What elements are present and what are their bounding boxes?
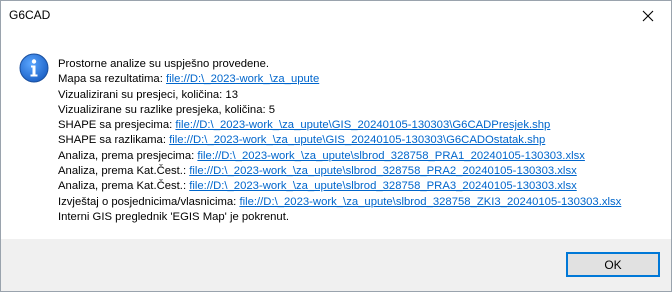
file-link[interactable]: file://D:\_2023-work_\za_upute\slbrod_32… xyxy=(189,165,577,177)
message-line: SHAPE sa presjecima: file://D:\_2023-wor… xyxy=(58,118,621,133)
message-line: Izvještaj o posjednicima/vlasnicima: fil… xyxy=(58,195,621,210)
window-title: G6CAD xyxy=(9,8,51,22)
message-line: Mapa sa rezultatima: file://D:\_2023-wor… xyxy=(58,72,621,87)
file-link[interactable]: file://D:\_2023-work_\za_upute\slbrod_32… xyxy=(239,196,621,208)
message-line: Analiza, prema Kat.Čest.: file://D:\_202… xyxy=(58,164,621,179)
message-line: Analiza, prema presjecima: file://D:\_20… xyxy=(58,149,621,164)
close-button[interactable] xyxy=(625,1,671,31)
message-line-label: Interni GIS preglednik 'EGIS Map' je pok… xyxy=(58,210,289,223)
message-line: SHAPE sa razlikama: file://D:\_2023-work… xyxy=(58,133,621,148)
message-text: Prostorne analize su uspješno provedene.… xyxy=(58,57,621,225)
ok-button[interactable]: OK xyxy=(566,252,660,277)
file-link[interactable]: file://D:\_2023-work_\za_upute\GIS_20240… xyxy=(175,119,550,131)
message-line-label: Izvještaj o posjednicima/vlasnicima: xyxy=(58,195,240,208)
message-line: Interni GIS preglednik 'EGIS Map' je pok… xyxy=(58,210,621,225)
file-link[interactable]: file://D:\_2023-work_\za_upute\slbrod_32… xyxy=(189,180,577,192)
message-line-label: Prostorne analize su uspješno provedene. xyxy=(58,58,270,70)
message-line-label: Analiza, prema Kat.Čest.: xyxy=(58,165,190,178)
message-line-label: SHAPE sa presjecima: xyxy=(58,119,176,132)
message-line-label: Analiza, prema presjecima: xyxy=(58,149,198,162)
dialog-content: Prostorne analize su uspješno provedene.… xyxy=(1,31,671,239)
file-link[interactable]: file://D:\_2023-work_\za_upute\GIS_20240… xyxy=(169,134,545,146)
message-dialog: G6CAD Prostorne analize su uspješno prov… xyxy=(0,0,672,292)
message-line: Prostorne analize su uspješno provedene. xyxy=(58,57,621,72)
close-icon xyxy=(642,10,654,22)
message-line: Analiza, prema Kat.Čest.: file://D:\_202… xyxy=(58,179,621,194)
message-line-label: Vizualizirane su razlike presjeka, količ… xyxy=(58,103,276,116)
message-line: Vizualizirani su presjeci, količina: 13 xyxy=(58,88,621,103)
file-link[interactable]: file://D:\_2023-work_\za_upute\slbrod_32… xyxy=(197,150,585,162)
message-line-label: SHAPE sa razlikama: xyxy=(58,134,170,147)
message-line-label: Mapa sa rezultatima: xyxy=(58,73,166,86)
message-line: Vizualizirane su razlike presjeka, količ… xyxy=(58,103,621,118)
message-line-label: Analiza, prema Kat.Čest.: xyxy=(58,180,190,193)
file-link[interactable]: file://D:\_2023-work_\za_upute xyxy=(166,73,319,85)
dialog-footer: OK xyxy=(1,239,671,291)
info-icon xyxy=(19,53,49,83)
message-line-label: Vizualizirani su presjeci, količina: 13 xyxy=(58,88,238,101)
title-bar[interactable]: G6CAD xyxy=(1,1,671,31)
